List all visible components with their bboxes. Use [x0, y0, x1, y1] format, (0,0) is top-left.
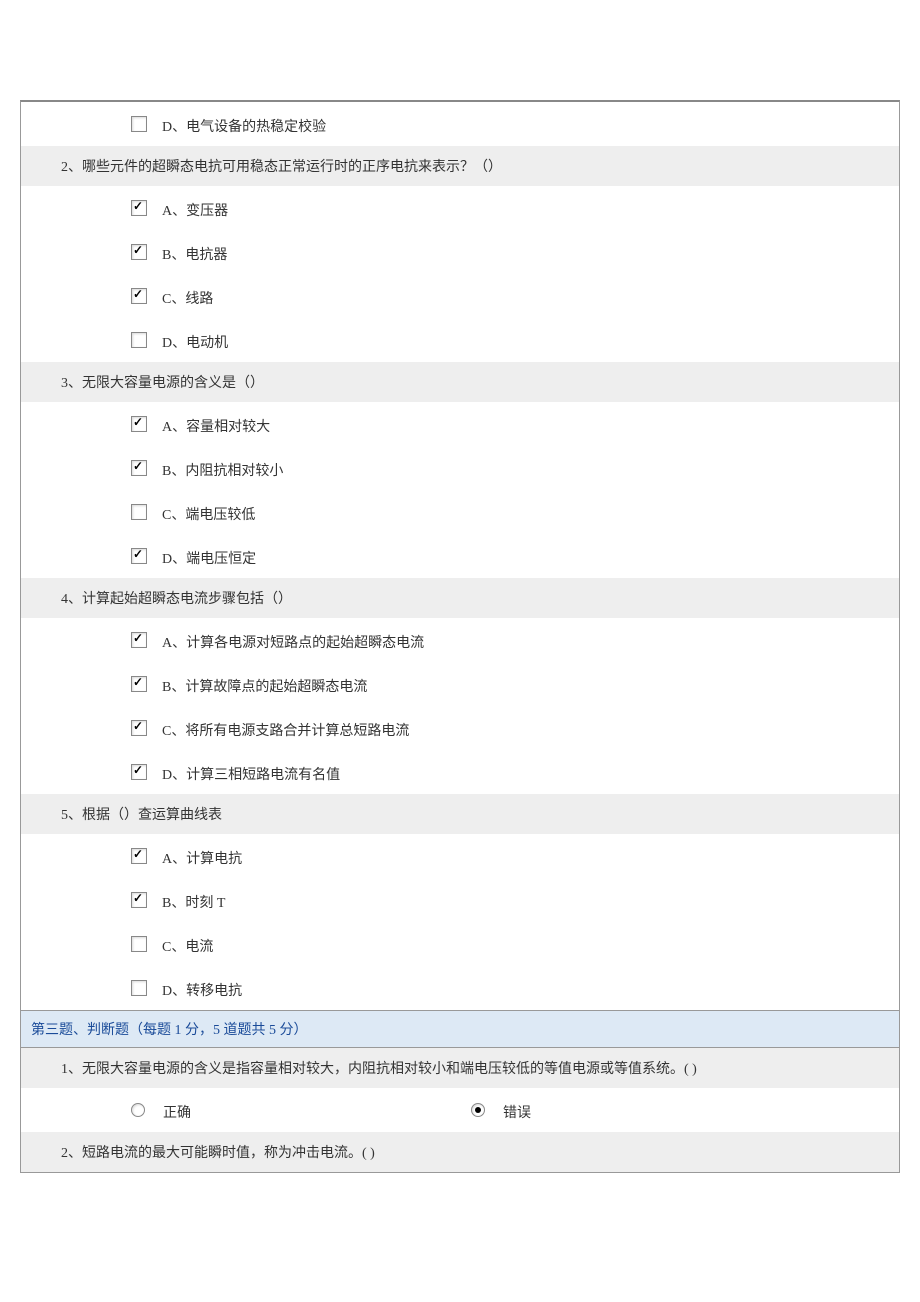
q5-option-a-checkbox[interactable]	[131, 848, 147, 864]
q3-text: 3、无限大容量电源的含义是（）	[21, 362, 899, 402]
q5-option-b-row: B、时刻 T	[21, 878, 899, 922]
section3-q1-false-option: 错误	[471, 1100, 531, 1120]
q5-option-b-label: B、时刻 T	[162, 892, 225, 912]
quiz-container: D、电气设备的热稳定校验 2、哪些元件的超瞬态电抗可用稳态正常运行时的正序电抗来…	[20, 100, 900, 1173]
q4-option-b-row: B、计算故障点的起始超瞬态电流	[21, 662, 899, 706]
q2-option-d-checkbox[interactable]	[131, 332, 147, 348]
q3-option-a-row: A、容量相对较大	[21, 402, 899, 446]
q2-text: 2、哪些元件的超瞬态电抗可用稳态正常运行时的正序电抗来表示？（）	[21, 146, 899, 186]
q2-option-d-label: D、电动机	[162, 332, 228, 352]
q1-option-d-row: D、电气设备的热稳定校验	[21, 102, 899, 146]
q2-option-b-row: B、电抗器	[21, 230, 899, 274]
q5-option-d-row: D、转移电抗	[21, 966, 899, 1010]
q4-option-b-checkbox[interactable]	[131, 676, 147, 692]
q3-option-d-label: D、端电压恒定	[162, 548, 256, 568]
q4-option-d-row: D、计算三相短路电流有名值	[21, 750, 899, 794]
section3-q1-true-label: 正确	[163, 1102, 191, 1122]
q2-option-a-checkbox[interactable]	[131, 200, 147, 216]
section3-q1-false-label: 错误	[503, 1102, 531, 1122]
q2-option-a-label: A、变压器	[162, 200, 228, 220]
q4-option-b-label: B、计算故障点的起始超瞬态电流	[162, 676, 367, 696]
q2-option-a-row: A、变压器	[21, 186, 899, 230]
section3-q1-true-option: 正确	[131, 1100, 191, 1120]
section3-q1-options: 正确 错误	[21, 1088, 899, 1132]
q3-option-a-checkbox[interactable]	[131, 416, 147, 432]
q3-option-c-row: C、端电压较低	[21, 490, 899, 534]
q5-text: 5、根据（）查运算曲线表	[21, 794, 899, 834]
q2-option-d-row: D、电动机	[21, 318, 899, 362]
q4-option-d-label: D、计算三相短路电流有名值	[162, 764, 340, 784]
q2-option-c-label: C、线路	[162, 288, 213, 308]
q4-option-d-checkbox[interactable]	[131, 764, 147, 780]
q4-option-c-checkbox[interactable]	[131, 720, 147, 736]
q2-option-b-checkbox[interactable]	[131, 244, 147, 260]
q5-option-d-label: D、转移电抗	[162, 980, 242, 1000]
q3-option-c-label: C、端电压较低	[162, 504, 255, 524]
section3-q1-true-radio[interactable]	[131, 1103, 145, 1117]
q5-option-c-label: C、电流	[162, 936, 213, 956]
q4-option-c-label: C、将所有电源支路合并计算总短路电流	[162, 720, 409, 740]
q1-option-d-checkbox[interactable]	[131, 116, 147, 132]
q3-option-c-checkbox[interactable]	[131, 504, 147, 520]
q4-option-a-label: A、计算各电源对短路点的起始超瞬态电流	[162, 632, 424, 652]
q5-option-c-row: C、电流	[21, 922, 899, 966]
section3-q2-text: 2、短路电流的最大可能瞬时值，称为冲击电流。( )	[21, 1132, 899, 1172]
q3-option-d-checkbox[interactable]	[131, 548, 147, 564]
q3-option-b-label: B、内阻抗相对较小	[162, 460, 283, 480]
q4-option-a-row: A、计算各电源对短路点的起始超瞬态电流	[21, 618, 899, 662]
q5-option-a-label: A、计算电抗	[162, 848, 242, 868]
q5-option-b-checkbox[interactable]	[131, 892, 147, 908]
q5-option-a-row: A、计算电抗	[21, 834, 899, 878]
q1-option-d-label: D、电气设备的热稳定校验	[162, 116, 326, 136]
q2-option-c-row: C、线路	[21, 274, 899, 318]
q3-option-b-checkbox[interactable]	[131, 460, 147, 476]
q4-option-a-checkbox[interactable]	[131, 632, 147, 648]
q3-option-b-row: B、内阻抗相对较小	[21, 446, 899, 490]
q4-option-c-row: C、将所有电源支路合并计算总短路电流	[21, 706, 899, 750]
section3-q1-false-radio[interactable]	[471, 1103, 485, 1117]
q5-option-c-checkbox[interactable]	[131, 936, 147, 952]
q3-option-d-row: D、端电压恒定	[21, 534, 899, 578]
q2-option-c-checkbox[interactable]	[131, 288, 147, 304]
q5-option-d-checkbox[interactable]	[131, 980, 147, 996]
section3-q1-text: 1、无限大容量电源的含义是指容量相对较大，内阻抗相对较小和端电压较低的等值电源或…	[21, 1048, 899, 1088]
q3-option-a-label: A、容量相对较大	[162, 416, 270, 436]
q2-option-b-label: B、电抗器	[162, 244, 227, 264]
q4-text: 4、计算起始超瞬态电流步骤包括（）	[21, 578, 899, 618]
section3-header: 第三题、判断题（每题 1 分，5 道题共 5 分）	[21, 1010, 899, 1048]
